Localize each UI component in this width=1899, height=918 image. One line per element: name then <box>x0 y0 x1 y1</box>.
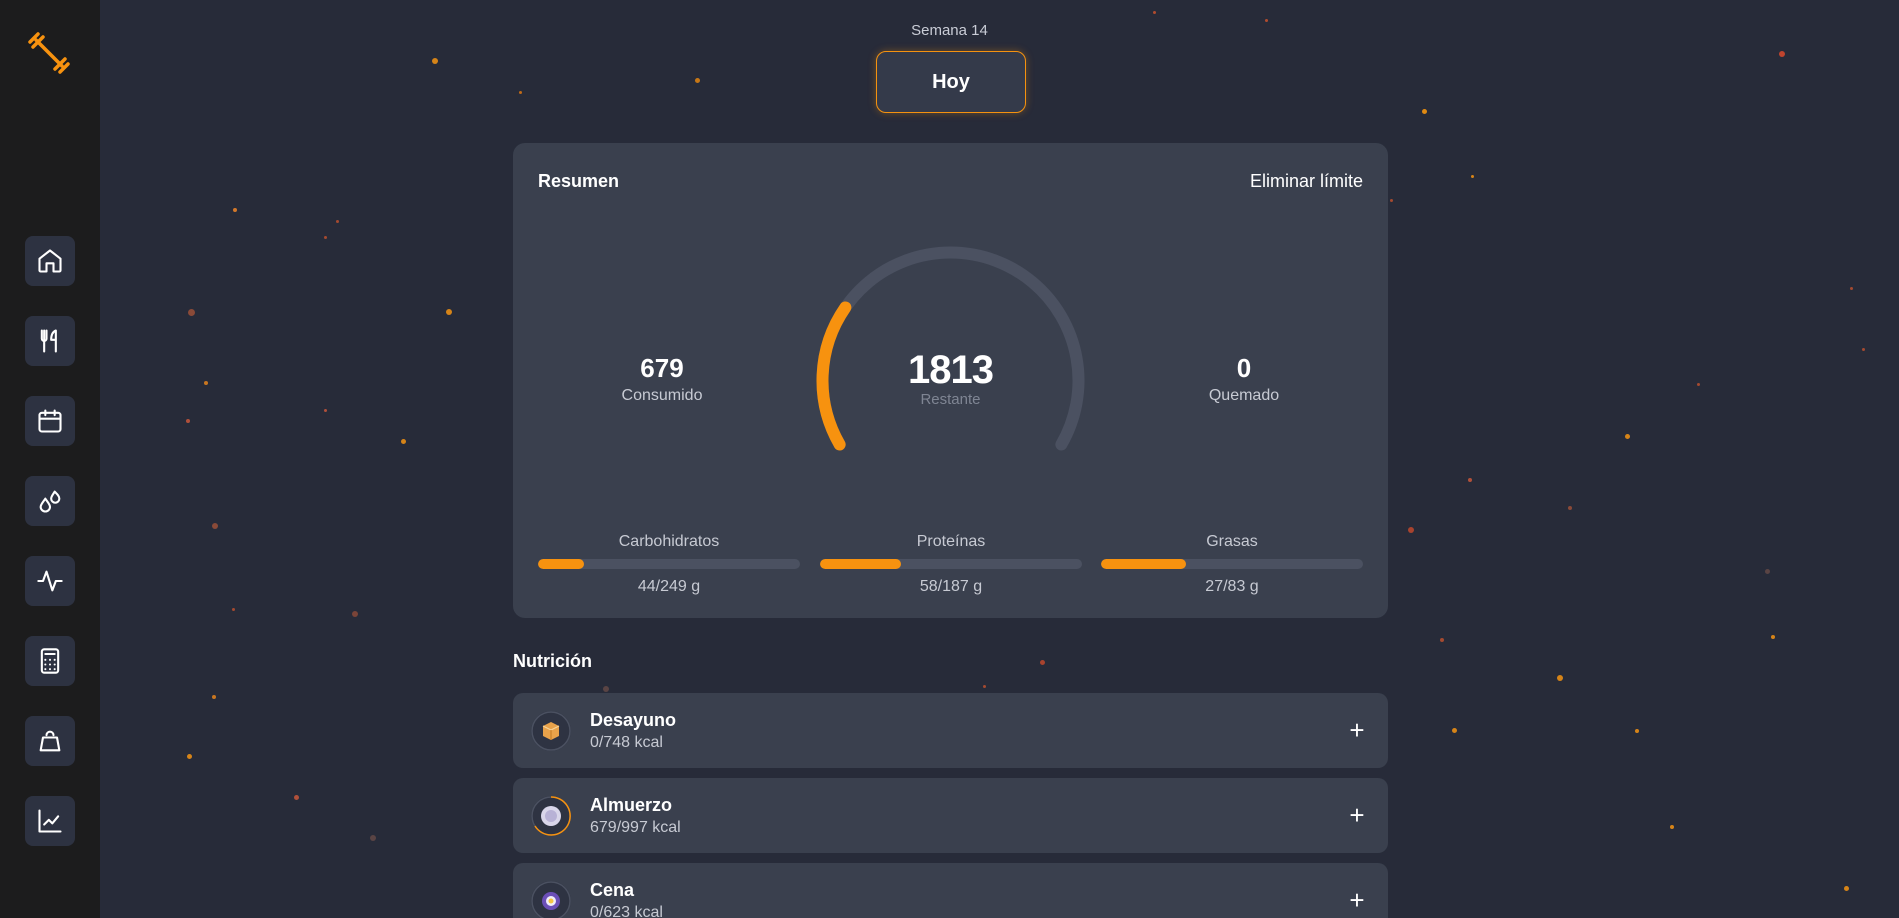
macro-amount: 27/83 g <box>1205 578 1259 595</box>
particle <box>1408 527 1414 533</box>
macro-amount: 44/249 g <box>637 578 701 595</box>
remove-limit-button[interactable]: Eliminar límite <box>1250 171 1363 192</box>
macro-name: Grasas <box>1206 533 1258 550</box>
meal-name: Almuerzo <box>590 795 673 815</box>
sidebar-item-activity[interactable] <box>25 556 75 606</box>
macro-name: Proteínas <box>916 533 986 550</box>
calendar-icon <box>38 409 62 433</box>
sidebar-item-calculator[interactable] <box>25 636 75 686</box>
macro-progress-fill <box>538 559 585 569</box>
particle <box>446 309 452 315</box>
particle <box>232 608 235 611</box>
sidebar-item-water[interactable] <box>25 476 75 526</box>
particle <box>352 611 358 617</box>
particle <box>1862 348 1865 351</box>
particle <box>204 381 208 385</box>
meal-name: Desayuno <box>590 710 677 730</box>
particle <box>1635 729 1639 733</box>
add-lunch-button[interactable]: + <box>1342 800 1372 830</box>
particle <box>324 409 327 412</box>
macro-amount: 58/187 g <box>919 578 983 595</box>
sidebar <box>0 0 100 918</box>
particle <box>695 78 700 83</box>
droplets-icon <box>39 490 61 513</box>
particle <box>1779 51 1785 57</box>
particle <box>983 685 986 688</box>
particle <box>1390 199 1393 202</box>
particle <box>1568 506 1572 510</box>
particle <box>1422 109 1427 114</box>
add-breakfast-button[interactable]: + <box>1342 715 1372 745</box>
line-chart-icon <box>38 809 62 833</box>
particle <box>432 58 438 64</box>
sidebar-item-stats[interactable] <box>25 796 75 846</box>
summary-title: Resumen <box>538 171 620 191</box>
macro-progress-fill <box>1101 559 1187 569</box>
macro-carbs: Carbohidratos 44/249 g <box>538 533 800 596</box>
particle <box>324 236 327 239</box>
particle <box>1765 569 1770 574</box>
home-icon <box>38 249 62 273</box>
particle <box>1452 728 1457 733</box>
particle <box>519 91 522 94</box>
particle <box>1153 11 1156 14</box>
macro-protein: Proteínas 58/187 g <box>820 533 1082 596</box>
burned-label: Quemado <box>1208 387 1280 404</box>
calculator-icon <box>40 648 60 674</box>
add-dinner-button[interactable]: + <box>1342 885 1372 915</box>
particle <box>370 835 376 841</box>
particle <box>294 795 299 800</box>
macro-progress-bar <box>538 559 800 569</box>
lunch-plate-icon <box>531 796 571 836</box>
week-label: Semana 14 <box>911 22 988 39</box>
sidebar-item-meals[interactable] <box>25 316 75 366</box>
particle <box>1771 635 1775 639</box>
particle <box>336 220 339 223</box>
dinner-egg-icon <box>531 881 571 918</box>
particle <box>1468 478 1472 482</box>
fork-knife-icon <box>40 329 57 353</box>
meal-card-lunch[interactable]: Almuerzo 679/997 kcal + <box>513 778 1388 853</box>
particle <box>1471 175 1474 178</box>
sidebar-item-home[interactable] <box>25 236 75 286</box>
particle <box>186 419 190 423</box>
nutrition-title: Nutrición <box>513 651 592 671</box>
particle <box>187 754 192 759</box>
macro-name: Carbohidratos <box>618 533 720 550</box>
particle <box>1440 638 1444 642</box>
particle <box>1850 287 1853 290</box>
sidebar-item-weight[interactable] <box>25 716 75 766</box>
particle <box>188 309 195 316</box>
macro-fat: Grasas 27/83 g <box>1101 533 1363 596</box>
breakfast-box-icon <box>531 711 571 751</box>
burned-value: 0 <box>1236 353 1252 383</box>
meal-kcal: 0/623 kcal <box>590 904 663 918</box>
today-button[interactable]: Hoy <box>876 51 1026 113</box>
meal-card-dinner[interactable]: Cena 0/623 kcal + <box>513 863 1388 918</box>
weight-icon <box>39 730 61 752</box>
particle <box>1844 886 1849 891</box>
particle <box>212 523 218 529</box>
particle <box>1040 660 1045 665</box>
macro-progress-bar <box>820 559 1082 569</box>
macro-progress-bar <box>1101 559 1363 569</box>
particle <box>1697 383 1700 386</box>
particle <box>603 686 609 692</box>
particle <box>212 695 216 699</box>
particle <box>233 208 237 212</box>
sidebar-item-calendar[interactable] <box>25 396 75 446</box>
particle <box>1625 434 1630 439</box>
meal-name: Cena <box>590 880 635 900</box>
meal-card-breakfast[interactable]: Desayuno 0/748 kcal + <box>513 693 1388 768</box>
summary-card: Resumen Eliminar límite 679 Consumido 18… <box>513 143 1388 618</box>
particle <box>1670 825 1674 829</box>
burned-stat: 0 Quemado <box>1164 353 1324 405</box>
meal-kcal: 679/997 kcal <box>590 819 681 836</box>
activity-icon <box>37 570 63 592</box>
particle <box>1557 675 1563 681</box>
particle <box>401 439 406 444</box>
meal-kcal: 0/748 kcal <box>590 734 663 751</box>
macro-progress-fill <box>820 559 902 569</box>
